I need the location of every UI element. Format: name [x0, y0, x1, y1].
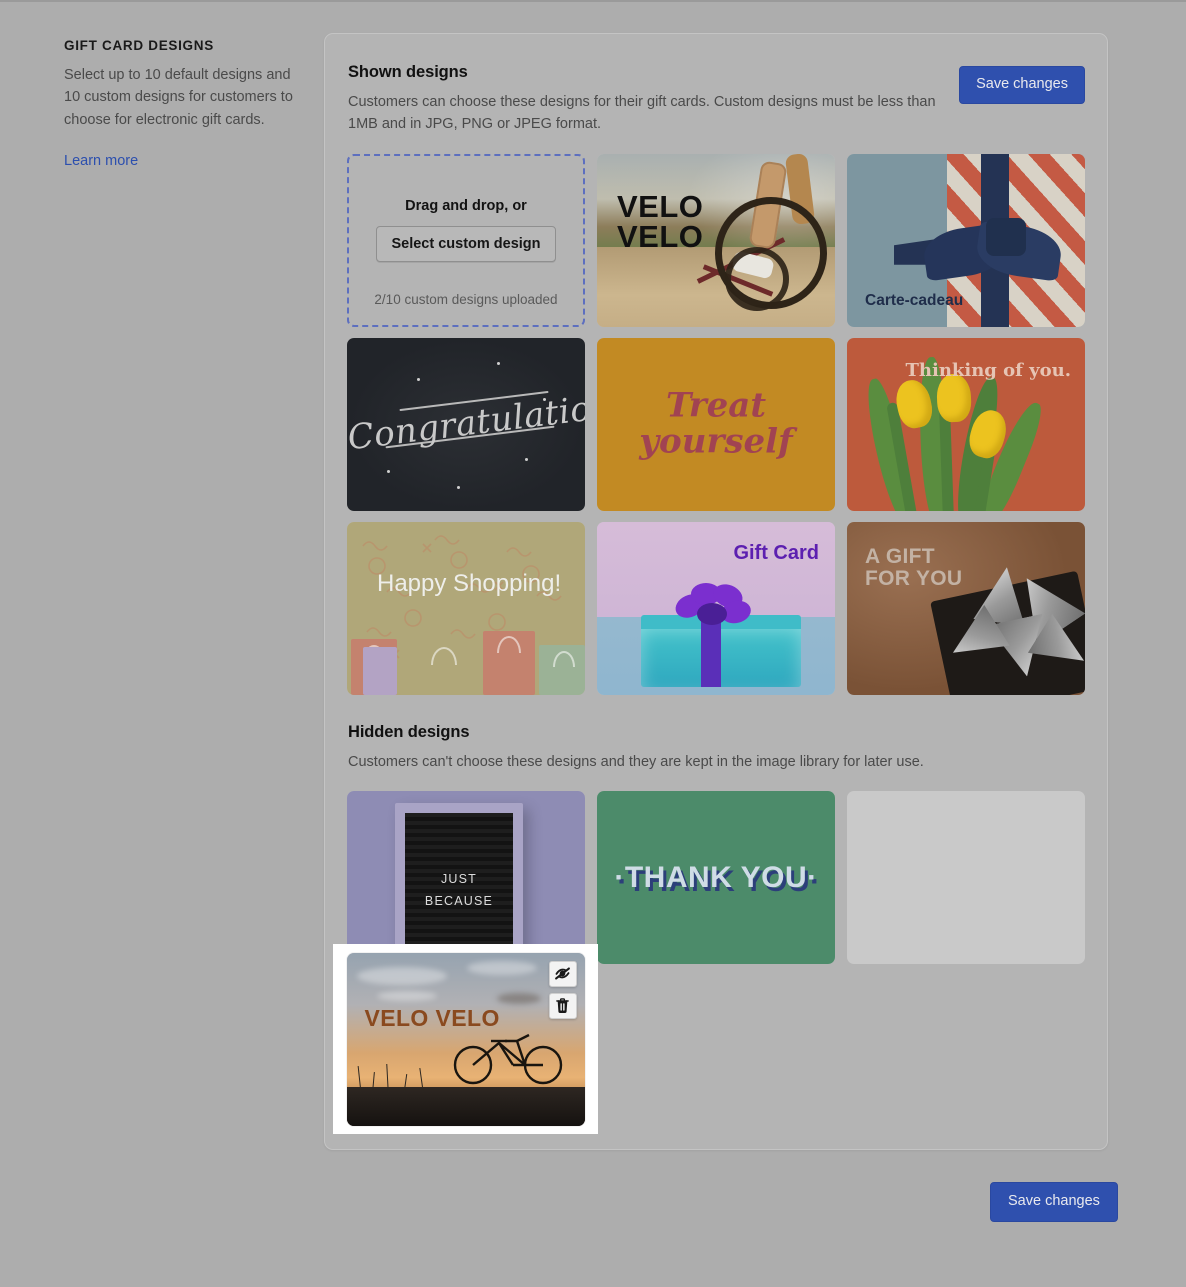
thank-you-artwork: ·THANK YOU· [597, 791, 835, 965]
carte-cadeau-artwork: Carte-cadeau [847, 153, 1085, 327]
design-tile-thank-you[interactable]: ·THANK YOU· [597, 791, 835, 965]
tile-caption: ·THANK YOU· [614, 860, 818, 894]
tile-caption: VELO VELO [364, 1004, 500, 1031]
eye-off-icon-button[interactable] [548, 960, 577, 987]
settings-sidebar: GIFT CARD DESIGNS Select up to 10 defaul… [64, 38, 309, 170]
thinking-of-you-artwork: Thinking of you. [847, 337, 1085, 511]
select-custom-design-button[interactable]: Select custom design [376, 225, 556, 262]
congratulations-artwork: Congratulations [347, 337, 585, 511]
eye-off-icon [554, 965, 571, 982]
save-changes-button-bottom[interactable]: Save changes [990, 1182, 1118, 1222]
save-changes-button-top[interactable]: Save changes [959, 66, 1085, 104]
tile-caption-line1: Treat [665, 385, 767, 426]
tile-caption: Gift Card [733, 541, 819, 564]
treat-yourself-artwork: Treat yourself [597, 337, 835, 511]
learn-more-link[interactable]: Learn more [64, 153, 138, 169]
hidden-designs-title: Hidden designs [348, 722, 470, 741]
tile-caption-line2: yourself [639, 421, 793, 461]
hidden-designs-grid: JUST BECAUSE ·THANK YOU· [325, 791, 1107, 965]
page-root: GIFT CARD DESIGNS Select up to 10 defaul… [0, 2, 1186, 1287]
delete-design-button[interactable] [548, 992, 577, 1019]
page-title: GIFT CARD DESIGNS [64, 38, 214, 53]
hidden-designs-header: Hidden designs Customers can't choose th… [325, 695, 1107, 774]
custom-design-dropzone[interactable]: Drag and drop, or Select custom design 2… [347, 153, 585, 327]
trash-icon [555, 997, 570, 1014]
design-tile-happy-shopping[interactable]: Happy Shopping! [347, 521, 585, 695]
design-tile-just-because[interactable]: JUST BECAUSE [347, 791, 585, 965]
velo-velo-artwork: VELO VELO [597, 153, 835, 327]
design-tile-treat-yourself[interactable]: Treat yourself [597, 337, 835, 511]
tile-caption-line2: VELO [617, 218, 704, 254]
design-tile-wrapped-presents[interactable] [847, 791, 1085, 965]
design-tile-gift-card-purple-bow[interactable]: Gift Card [597, 521, 835, 695]
sidebar-description: Select up to 10 default designs and 10 c… [64, 67, 293, 128]
shown-designs-grid: Drag and drop, or Select custom design 2… [325, 153, 1107, 695]
bicycle-silhouette [451, 1025, 567, 1090]
happy-shopping-artwork: Happy Shopping! [347, 521, 585, 695]
design-tile-a-gift-for-you[interactable]: A GIFT FOR YOU [847, 521, 1085, 695]
design-tile-thinking-of-you[interactable]: Thinking of you. [847, 337, 1085, 511]
design-tile-velo-velo-sunset[interactable]: VELO VELO [346, 952, 585, 1126]
just-because-artwork: JUST BECAUSE [347, 791, 585, 965]
dropzone-prompt: Drag and drop, or [405, 197, 527, 214]
design-tile-velo-velo-road[interactable]: VELO VELO [597, 153, 835, 327]
custom-design-count: 2/10 custom designs uploaded [374, 291, 558, 307]
tile-caption-line2: BECAUSE [424, 894, 494, 909]
shown-designs-header: Shown designs Customers can choose these… [325, 34, 1107, 136]
tile-caption-line1: A GIFT [865, 544, 935, 568]
tile-caption: Carte-cadeau [865, 291, 964, 309]
design-tile-congratulations[interactable]: Congratulations [347, 337, 585, 511]
design-tile-carte-cadeau[interactable]: Carte-cadeau [847, 153, 1085, 327]
a-gift-for-you-artwork: A GIFT FOR YOU [847, 521, 1085, 695]
design-tile-actions [548, 960, 577, 1019]
tile-caption: Thinking of you. [905, 359, 1072, 381]
tile-caption-line1: JUST [440, 872, 478, 887]
tile-caption-line2: FOR YOU [865, 566, 963, 590]
tile-caption: Happy Shopping! [377, 569, 562, 597]
gift-card-artwork: Gift Card [597, 521, 835, 695]
focused-design-highlight: VELO VELO [333, 944, 598, 1134]
shown-designs-description: Customers can choose these designs for t… [348, 94, 936, 132]
hidden-designs-description: Customers can't choose these designs and… [348, 753, 924, 770]
